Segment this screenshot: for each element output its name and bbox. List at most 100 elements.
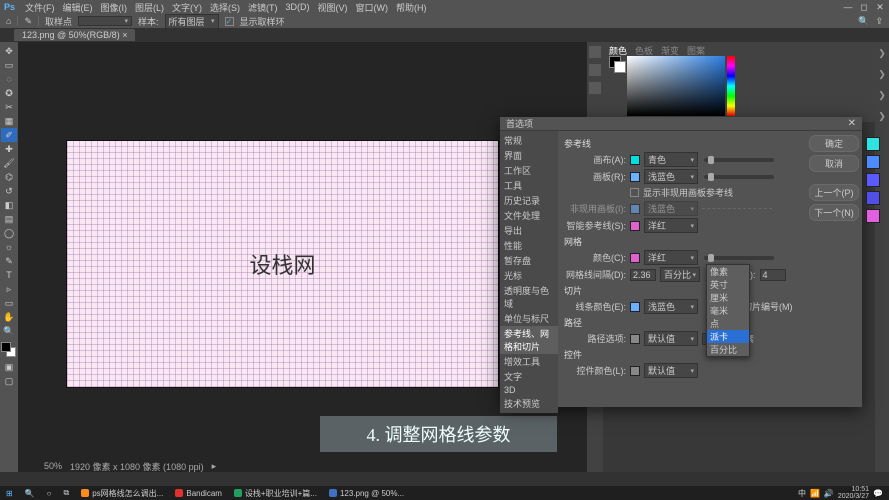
dialog-close[interactable]: ✕ xyxy=(848,118,856,129)
eyedropper-icon[interactable]: ✎ xyxy=(24,16,32,27)
path-opt-swatch[interactable] xyxy=(630,334,640,344)
hue-slider[interactable] xyxy=(727,56,735,116)
prefs-swatch-3[interactable] xyxy=(866,173,880,187)
grid-unit-select[interactable]: 百分比▾ xyxy=(660,267,700,282)
blur-tool[interactable]: ◯ xyxy=(1,226,17,240)
opt-showring-checkbox[interactable] xyxy=(225,17,234,26)
prefs-nav-history[interactable]: 历史记录 xyxy=(500,193,558,208)
menu-help[interactable]: 帮助(H) xyxy=(392,1,431,14)
opt-layers-select[interactable]: 所有图层▾ xyxy=(165,14,219,29)
guides-showinactive-checkbox[interactable] xyxy=(630,188,639,197)
panel-icon-2[interactable] xyxy=(589,64,601,76)
prefs-nav-type[interactable]: 文字 xyxy=(500,369,558,384)
task-browser[interactable]: ps网格线怎么调出... xyxy=(75,486,169,500)
dodge-tool[interactable]: ☼ xyxy=(1,240,17,254)
prefs-nav-tools[interactable]: 工具 xyxy=(500,178,558,193)
prefs-nav-export[interactable]: 导出 xyxy=(500,223,558,238)
prefs-nav-3d[interactable]: 3D xyxy=(500,384,558,396)
type-tool[interactable]: T xyxy=(1,268,17,282)
start-button[interactable]: ⊞ xyxy=(0,486,19,500)
menu-3d[interactable]: 3D(D) xyxy=(282,2,314,12)
panel-icon-1[interactable] xyxy=(589,46,601,58)
unit-opt-mm[interactable]: 毫米 xyxy=(707,304,749,317)
tray-ime-icon[interactable]: 中 xyxy=(798,488,806,499)
prefs-swatch-1[interactable] xyxy=(866,137,880,151)
prefs-swatch-2[interactable] xyxy=(866,155,880,169)
heal-tool[interactable]: ✚ xyxy=(1,142,17,156)
history-tool[interactable]: ↺ xyxy=(1,184,17,198)
next-button[interactable]: 下一个(N) xyxy=(809,204,859,221)
prefs-nav-scratch[interactable]: 暂存盘 xyxy=(500,253,558,268)
path-tool[interactable]: ▹ xyxy=(1,282,17,296)
unit-opt-in[interactable]: 英寸 xyxy=(707,278,749,291)
task-ps[interactable]: 123.png @ 50%... xyxy=(323,486,410,500)
collapse-chevron-1[interactable]: ❯ xyxy=(878,48,886,59)
menu-file[interactable]: 文件(F) xyxy=(21,1,59,14)
unit-opt-cm[interactable]: 厘米 xyxy=(707,291,749,304)
ok-button[interactable]: 确定 xyxy=(809,135,859,152)
guides-canvas-style[interactable] xyxy=(704,158,774,162)
tray-sound-icon[interactable]: 🔊 xyxy=(824,489,834,498)
move-tool[interactable]: ✥ xyxy=(1,44,17,58)
prefs-nav-transparency[interactable]: 透明度与色域 xyxy=(500,283,558,311)
window-restore[interactable]: ◻ xyxy=(859,2,869,12)
taskbar-search[interactable]: 🔍 xyxy=(19,486,41,500)
grid-color-swatch[interactable] xyxy=(630,253,640,263)
menu-image[interactable]: 图像(I) xyxy=(97,1,132,14)
menu-type[interactable]: 文字(Y) xyxy=(168,1,206,14)
pen-tool[interactable]: ✎ xyxy=(1,254,17,268)
guides-smart-select[interactable]: 洋红▾ xyxy=(644,218,698,233)
tray-clock[interactable]: 10:512020/3/27 xyxy=(838,486,869,500)
cancel-button[interactable]: 取消 xyxy=(809,155,859,172)
path-opt-select[interactable]: 默认值▾ xyxy=(644,331,698,346)
tab-close-icon[interactable]: × xyxy=(122,30,127,40)
guides-artboard-style[interactable] xyxy=(704,175,774,179)
task-bandicam[interactable]: Bandicam xyxy=(169,486,228,500)
document-canvas[interactable]: 设栈网 xyxy=(66,140,499,388)
slices-line-select[interactable]: 浅蓝色▾ xyxy=(644,299,698,314)
collapse-chevron-3[interactable]: ❯ xyxy=(878,90,886,101)
opt-sample-select[interactable]: ▾ xyxy=(78,16,132,26)
stamp-tool[interactable]: ⌬ xyxy=(1,170,17,184)
unit-opt-pt[interactable]: 点 xyxy=(707,317,749,330)
brush-tool[interactable]: 🖌 xyxy=(1,156,17,170)
grid-every-input[interactable]: 2.36 xyxy=(630,269,656,281)
crop-tool[interactable]: ✂ xyxy=(1,100,17,114)
quickselect-tool[interactable]: ✪ xyxy=(1,86,17,100)
collapse-chevron-4[interactable]: ❯ xyxy=(878,111,886,122)
panel-icon-3[interactable] xyxy=(589,82,601,94)
eyedropper-tool[interactable]: ✐ xyxy=(1,128,17,142)
menu-edit[interactable]: 编辑(E) xyxy=(59,1,97,14)
home-icon[interactable]: ⌂ xyxy=(6,16,11,26)
search-icon[interactable]: 🔍 xyxy=(858,16,869,27)
menu-select[interactable]: 选择(S) xyxy=(206,1,244,14)
screenmode-tool[interactable]: ▢ xyxy=(1,374,17,388)
marquee-tool[interactable]: ▭ xyxy=(1,58,17,72)
taskbar-cortana[interactable]: ○ xyxy=(41,486,58,500)
color-fgbg[interactable] xyxy=(0,342,18,360)
prefs-nav-tech[interactable]: 技术预览 xyxy=(500,396,558,411)
guides-canvas-select[interactable]: 青色▾ xyxy=(644,152,698,167)
shape-tool[interactable]: ▭ xyxy=(1,296,17,310)
guides-smart-swatch[interactable] xyxy=(630,221,640,231)
prefs-nav-general[interactable]: 常规 xyxy=(500,133,558,148)
lasso-tool[interactable]: ◌ xyxy=(1,72,17,86)
menu-layer[interactable]: 图层(L) xyxy=(131,1,168,14)
menu-window[interactable]: 窗口(W) xyxy=(352,1,393,14)
document-tab[interactable]: 123.png @ 50%(RGB/8) × xyxy=(14,29,135,41)
window-minimize[interactable]: — xyxy=(843,2,853,12)
prev-button[interactable]: 上一个(P) xyxy=(809,184,859,201)
unit-opt-px[interactable]: 像素 xyxy=(707,265,749,278)
status-arrow-icon[interactable]: ▸ xyxy=(212,461,217,472)
share-icon[interactable]: ⇪ xyxy=(875,16,883,27)
prefs-nav-units[interactable]: 单位与标尺 xyxy=(500,311,558,326)
window-close[interactable]: ✕ xyxy=(875,2,885,12)
prefs-nav-interface[interactable]: 界面 xyxy=(500,148,558,163)
prefs-swatch-5[interactable] xyxy=(866,209,880,223)
task-excel[interactable]: 设栈+职业培训+篇... xyxy=(228,486,323,500)
gradient-tool[interactable]: ▤ xyxy=(1,212,17,226)
guides-canvas-swatch[interactable] xyxy=(630,155,640,165)
prefs-nav-performance[interactable]: 性能 xyxy=(500,238,558,253)
grid-color-select[interactable]: 洋红▾ xyxy=(644,250,698,265)
prefs-nav-guides[interactable]: 参考线、网格和切片 xyxy=(500,326,558,354)
